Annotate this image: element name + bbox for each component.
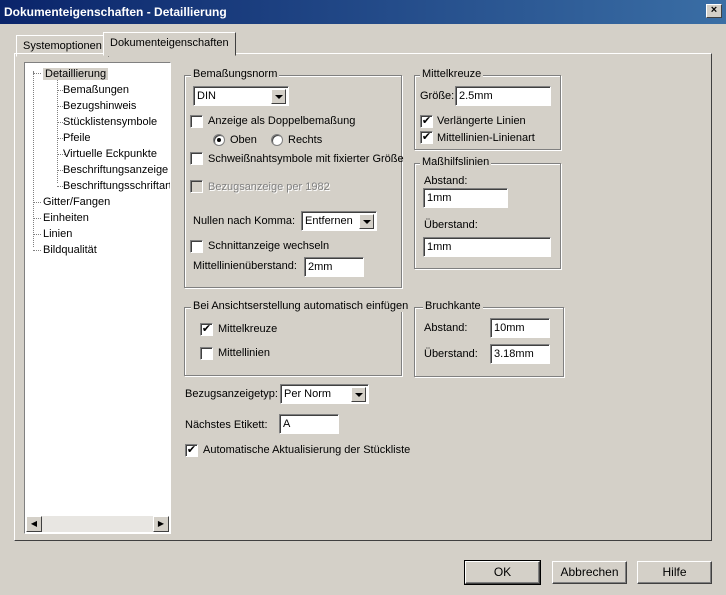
- bezugsanzeigetyp-select[interactable]: Per Norm: [280, 384, 369, 404]
- schnittanzeige-label: Schnittanzeige wechseln: [208, 240, 330, 252]
- tree-item-detaillierung[interactable]: Detaillierung: [43, 67, 109, 81]
- help-button[interactable]: Hilfe: [637, 561, 712, 584]
- mittellinien-linienart-label: Mittellinien-Linienart: [437, 132, 535, 144]
- bruchkante-abstand-input[interactable]: 10mm: [490, 318, 550, 338]
- tree-item-beschriftungsschriftart[interactable]: Beschriftungsschriftart: [63, 179, 170, 193]
- masshilfslinien-ueberstand-input[interactable]: 1mm: [423, 237, 551, 257]
- tree-item-stuecklistensymbole[interactable]: Stücklistensymbole: [63, 115, 157, 129]
- doppelbemassung-label: Anzeige als Doppelbemaßung: [208, 115, 356, 127]
- bruchkante-abstand-label: Abstand:: [424, 322, 468, 334]
- ansicht-mittelkreuze-checkbox[interactable]: ✔: [200, 323, 213, 336]
- scroll-left-icon[interactable]: ◀: [26, 516, 42, 532]
- cancel-button[interactable]: Abbrechen: [552, 561, 627, 584]
- tree-item-bezugshinweis[interactable]: Bezugshinweis: [63, 99, 136, 113]
- nullen-select-value: Entfernen: [305, 215, 353, 227]
- tab-label: Systemoptionen: [23, 40, 102, 52]
- bruchkante-ueberstand-label: Überstand:: [424, 348, 478, 360]
- mittellinienueberstand-label: Mittellinienüberstand:: [193, 260, 297, 272]
- bruchkante-title: Bruchkante: [423, 300, 483, 312]
- tree-item-bemassungen[interactable]: Bemaßungen: [63, 83, 129, 97]
- groesse-input[interactable]: 2.5mm: [455, 86, 551, 106]
- oben-radio[interactable]: [213, 134, 225, 146]
- tree-horizontal-scrollbar[interactable]: ◀ ▶: [26, 516, 169, 532]
- tree-item-gitter-fangen[interactable]: Gitter/Fangen: [43, 195, 110, 209]
- tab-label: Dokumenteigenschaften: [110, 37, 229, 49]
- tree-item-linien[interactable]: Linien: [43, 227, 72, 241]
- ansicht-mittellinien-label: Mittellinien: [218, 347, 270, 359]
- verlaengerte-linien-checkbox[interactable]: ✔: [420, 115, 433, 128]
- schweissnaht-checkbox[interactable]: [190, 152, 203, 165]
- auto-aktualisierung-label: Automatische Aktualisierung der Stücklis…: [203, 444, 411, 456]
- window-title: Dokumenteigenschaften - Detaillierung: [4, 5, 227, 19]
- doppelbemassung-checkbox[interactable]: [190, 115, 203, 128]
- close-icon[interactable]: ×: [706, 4, 722, 18]
- bezug1982-checkbox: [190, 180, 203, 193]
- rechts-label: Rechts: [288, 134, 323, 146]
- bezug1982-label: Bezugsanzeige per 1982: [208, 181, 330, 193]
- bezugsanzeigetyp-label: Bezugsanzeigetyp:: [185, 388, 278, 400]
- ansicht-mittelkreuze-label: Mittelkreuze: [218, 323, 278, 335]
- bemassungsnorm-title: Bemaßungsnorm: [191, 68, 280, 80]
- tab-dokumenteigenschaften[interactable]: Dokumenteigenschaften: [103, 32, 236, 56]
- ok-button[interactable]: OK: [464, 560, 541, 585]
- window-title-bar: Dokumenteigenschaften - Detaillierung: [0, 0, 726, 24]
- rechts-radio[interactable]: [271, 134, 283, 146]
- nullen-select[interactable]: Entfernen: [301, 211, 377, 231]
- scroll-right-icon[interactable]: ▶: [153, 516, 169, 532]
- groesse-label: Größe:: [420, 90, 455, 102]
- masshilfslinien-abstand-input[interactable]: 1mm: [423, 188, 508, 208]
- tree-item-bildqualitaet[interactable]: Bildqualität: [43, 243, 97, 257]
- mittelkreuze-title: Mittelkreuze: [420, 68, 484, 80]
- naechstes-etikett-input[interactable]: A: [279, 414, 339, 434]
- oben-label: Oben: [230, 134, 257, 146]
- schweissnaht-label: Schweißnahtsymbole mit fixierter Größe: [208, 153, 404, 165]
- mittellinienueberstand-input[interactable]: 2mm: [304, 257, 364, 277]
- verlaengerte-linien-label: Verlängerte Linien: [437, 115, 526, 127]
- tree-item-einheiten[interactable]: Einheiten: [43, 211, 89, 225]
- ansichtserstellung-title: Bei Ansichtserstellung automatisch einfü…: [191, 300, 411, 312]
- chevron-down-icon[interactable]: [359, 214, 374, 229]
- ansicht-mittellinien-checkbox[interactable]: [200, 347, 213, 360]
- options-tree[interactable]: Detaillierung Bemaßungen Bezugshinweis S…: [24, 62, 171, 534]
- ansichtserstellung-group: [184, 307, 402, 376]
- bruchkante-ueberstand-input[interactable]: 3.18mm: [490, 344, 550, 364]
- chevron-down-icon[interactable]: [351, 387, 366, 402]
- masshilfslinien-title: Maßhilfslinien: [420, 156, 492, 168]
- tree-item-virtuelle-eckpunkte[interactable]: Virtuelle Eckpunkte: [63, 147, 157, 161]
- tree-item-pfeile[interactable]: Pfeile: [63, 131, 91, 145]
- norm-select[interactable]: DIN: [193, 86, 289, 106]
- norm-select-value: DIN: [197, 90, 216, 102]
- auto-aktualisierung-checkbox[interactable]: ✔: [185, 444, 198, 457]
- chevron-down-icon[interactable]: [271, 89, 286, 104]
- nullen-label: Nullen nach Komma:: [193, 215, 296, 227]
- naechstes-etikett-label: Nächstes Etikett:: [185, 419, 268, 431]
- tree-item-beschriftungsanzeige[interactable]: Beschriftungsanzeige: [63, 163, 168, 177]
- mittellinien-linienart-checkbox[interactable]: ✔: [420, 131, 433, 144]
- masshilfslinien-ueberstand-label: Überstand:: [424, 219, 478, 231]
- bezugsanzeigetyp-value: Per Norm: [284, 388, 332, 400]
- masshilfslinien-abstand-label: Abstand:: [424, 175, 468, 187]
- schnittanzeige-checkbox[interactable]: [190, 240, 203, 253]
